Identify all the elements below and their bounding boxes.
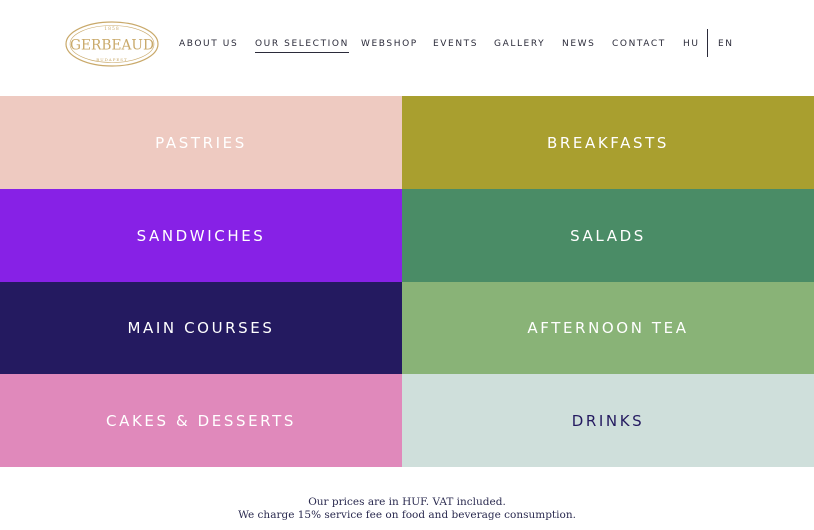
- logo-year: 1858: [104, 26, 119, 32]
- category-tile-pastries[interactable]: PASTRIES: [0, 96, 402, 189]
- nav-contact[interactable]: CONTACT: [612, 38, 666, 50]
- category-tile-breakfasts[interactable]: BREAKFASTS: [402, 96, 814, 189]
- nav-webshop[interactable]: WEBSHOP: [361, 38, 418, 50]
- category-label: DRINKS: [571, 411, 645, 430]
- price-notice: Our prices are in HUF. VAT included. We …: [0, 496, 814, 522]
- category-label: CAKES & DESSERTS: [106, 411, 296, 430]
- lang-hu[interactable]: HU: [683, 38, 700, 50]
- category-tile-sandwiches[interactable]: SANDWICHES: [0, 189, 402, 282]
- site-header: 1858 GERBEAUD BUDAPEST ABOUT US OUR SELE…: [0, 0, 814, 96]
- category-tile-drinks[interactable]: DRINKS: [402, 374, 814, 467]
- category-label: PASTRIES: [155, 133, 247, 152]
- price-notice-line-2: We charge 15% service fee on food and be…: [238, 509, 576, 521]
- category-tile-cakes-desserts[interactable]: CAKES & DESSERTS: [0, 374, 402, 467]
- lang-en[interactable]: EN: [718, 38, 734, 50]
- category-label: AFTERNOON TEA: [527, 319, 689, 337]
- category-grid: PASTRIES BREAKFASTS SANDWICHES SALADS MA…: [0, 96, 814, 467]
- category-label: SANDWICHES: [136, 226, 266, 245]
- price-notice-line-1: Our prices are in HUF. VAT included.: [308, 496, 506, 508]
- category-label: SALADS: [570, 226, 646, 245]
- gerbeaud-logo[interactable]: 1858 GERBEAUD BUDAPEST: [64, 20, 160, 68]
- logo-wordmark: GERBEAUD: [70, 38, 154, 54]
- category-label: MAIN COURSES: [127, 319, 275, 337]
- nav-about-us[interactable]: ABOUT US: [179, 38, 238, 50]
- category-tile-afternoon-tea[interactable]: AFTERNOON TEA: [402, 282, 814, 374]
- nav-news[interactable]: NEWS: [562, 38, 595, 50]
- nav-events[interactable]: EVENTS: [433, 38, 478, 50]
- lang-divider: [707, 29, 708, 57]
- category-tile-salads[interactable]: SALADS: [402, 189, 814, 282]
- logo-city: BUDAPEST: [96, 57, 127, 62]
- category-label: BREAKFASTS: [546, 133, 669, 152]
- nav-gallery[interactable]: GALLERY: [494, 38, 545, 50]
- nav-our-selection[interactable]: OUR SELECTION: [255, 38, 349, 53]
- category-tile-main-courses[interactable]: MAIN COURSES: [0, 282, 402, 374]
